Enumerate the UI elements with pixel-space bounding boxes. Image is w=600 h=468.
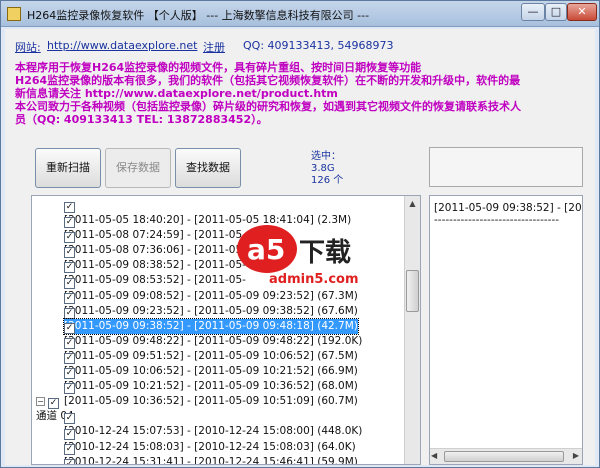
tree-row[interactable]: ✓ [2011-05-09 10:36:52] - [2011-05-09 10:… [64,378,358,407]
app-icon [7,7,21,21]
tree-channel-node[interactable]: − ✓ 通道 04 [36,393,74,422]
selected-label: 选中： [311,151,341,162]
qq-contact: QQ: 409133413, 54968973 [243,39,394,52]
logo-domain: admin5.com [269,272,359,287]
watermark-logo: a5 下载 admin5.com [233,219,373,289]
tree-row[interactable]: ✓ [2011-05-09 09:51:52] - [2011-05-09 10:… [64,333,358,362]
tree-row[interactable]: ✓ [2011-05-09 09:38:52] - [2011-05-09 09:… [63,303,359,335]
tree-row[interactable]: ✓[2010-12-25 17:27:42] - [2010-12-25 17:… [64,454,358,464]
tree-row[interactable]: ✓ [2011-05-05 18:40:20] - [2011-05-05 18:… [64,197,351,226]
scroll-thumb[interactable] [444,451,564,462]
website-link[interactable]: http://www.dataexplore.net [47,39,197,52]
detail-separator: --------------------------------- [434,214,560,226]
selected-count: 126 个 [311,175,344,186]
client-area: 网站: http://www.dataexplore.net 注册 QQ: 40… [5,29,595,465]
scroll-up-arrow-icon[interactable]: ▲ [405,196,420,212]
notice-line: 本公司致力于各种视频（包括监控录像）碎片级的研究和恢复，如遇到其它视频文件的恢复… [15,100,521,113]
logo-mark: a5 [247,233,285,266]
tree-row[interactable]: ✓ [2011-05-09 10:21:52] - [2011-05-09 10:… [64,363,358,392]
app-window: H264监控录像恢复软件 【个人版】 --- 上海数擎信息科技有限公司 --- … [0,0,600,468]
title-bar[interactable]: H264监控录像恢复软件 【个人版】 --- 上海数擎信息科技有限公司 --- … [1,1,599,27]
selected-size: 3.8G [311,163,335,174]
tree-row[interactable]: ✓ [2011-05-08 07:36:06] - [2011-05- [64,227,246,256]
tree-row[interactable]: ✓ [2011-05-09 09:48:22] - [2011-05-09 09:… [64,318,362,347]
tree-row[interactable]: ✓ [2010-12-24 15:31:41] - [2010-12-24 15:… [64,439,358,464]
tree-row[interactable]: ✓ [2011-05-09 08:53:52] - [2011-05- [64,257,246,286]
row-checkbox[interactable]: ✓ [64,458,75,464]
website-label: 网站: [15,41,41,54]
notice-line: 员（QQ: 409133413 TEL: 13872883452）。 [15,113,268,126]
tree-vertical-scrollbar[interactable]: ▲ [404,196,420,464]
selection-stats: 选中： 3.8G 126 个 [311,151,343,187]
detail-horizontal-scrollbar[interactable]: ◀ ▶ [430,448,582,464]
tree-row[interactable]: ✓ [2011-05-09 10:06:52] - [2011-05-09 10:… [64,348,358,377]
window-title: H264监控录像恢复软件 【个人版】 --- 上海数擎信息科技有限公司 --- [27,9,370,22]
tree-row[interactable]: ✓ [2011-05-09 08:38:52] - [2011-05- [64,242,246,271]
tree-row[interactable]: ✓ [2010-12-24 15:08:03] - [2010-12-24 15:… [64,424,356,453]
collapse-icon[interactable]: − [36,397,45,407]
tree-row[interactable]: ✓ [2011-05-08 07:24:59] - [2011-05- [64,212,246,241]
close-button[interactable]: ✕ [567,3,597,21]
scroll-right-arrow-icon[interactable]: ▶ [573,451,579,460]
scroll-thumb[interactable] [406,270,419,312]
minimize-button[interactable]: — [521,3,545,21]
detail-line: [2011-05-09 09:38:52] - [2011 [434,202,583,214]
save-data-button[interactable]: 保存数据 [105,148,171,188]
scroll-left-arrow-icon[interactable]: ◀ [431,451,437,460]
tree-row[interactable]: ✓ [2011-05-09 09:23:52] - [2011-05-09 09:… [64,288,358,317]
tree-row[interactable]: ✓ [2010-12-24 15:07:53] - [2010-12-24 15:… [64,408,362,437]
detail-panel: [2011-05-09 09:38:52] - [2011 ----------… [429,195,583,465]
find-data-button[interactable]: 查找数据 [175,148,241,188]
maximize-button[interactable]: □ [545,3,567,21]
notice-line: 本程序用于恢复H264监控录像的视频文件，具有碎片重组、按时间日期恢复等功能 [15,61,422,74]
channel-checkbox[interactable]: ✓ [48,398,59,410]
notice-line: 新信息请关注 http://www.dataexplore.net/produc… [15,87,338,100]
row-time-range: [2011-05-09 10:36:52] - [2011-05-09 10:5… [64,395,358,408]
register-link[interactable]: 注册 [203,39,225,55]
rescan-button[interactable]: 重新扫描 [35,148,101,188]
notice-line: H264监控录像的版本有很多，我们的软件（包括其它视频恢复软件）在不断的开发和升… [15,74,521,87]
notice-text: 本程序用于恢复H264监控录像的视频文件，具有碎片重组、按时间日期恢复等功能 H… [15,61,575,126]
preview-box [429,147,583,187]
logo-text: 下载 [299,238,351,268]
